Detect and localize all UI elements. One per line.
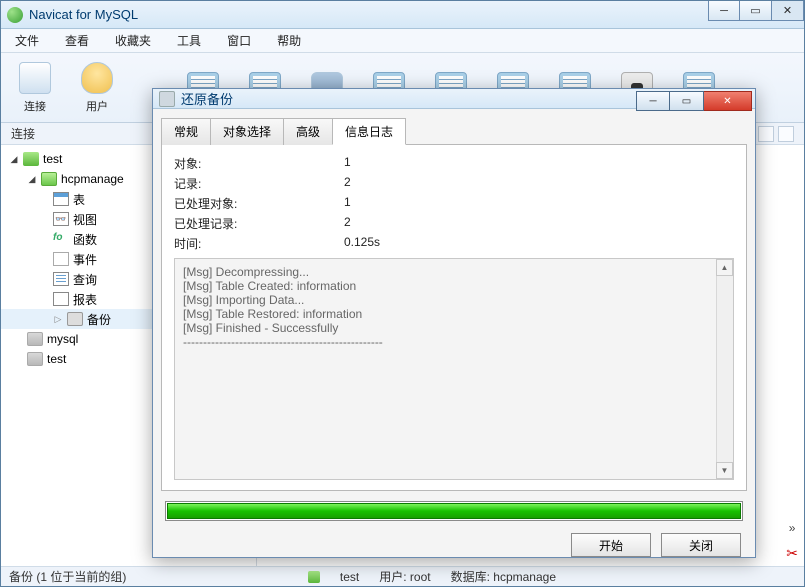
plug-icon: [19, 62, 51, 94]
toolbar-user-label: 用户: [86, 98, 108, 114]
menu-help[interactable]: 帮助: [277, 32, 301, 49]
mini-btn[interactable]: [758, 126, 774, 142]
info-objects-label: 对象:: [174, 155, 344, 172]
tab-object-select[interactable]: 对象选择: [210, 118, 284, 145]
menubar: 文件 查看 收藏夹 工具 窗口 帮助: [1, 29, 804, 53]
connection-icon: [23, 152, 39, 166]
maximize-button[interactable]: ▭: [740, 1, 772, 21]
toolbar-connect[interactable]: 连接: [11, 62, 59, 114]
main-window-controls: ─ ▭ ✕: [708, 1, 804, 21]
dialog-tabs: 常规 对象选择 高级 信息日志: [161, 117, 747, 145]
toolbar-user[interactable]: 用户: [73, 62, 121, 114]
info-records-label: 记录:: [174, 175, 344, 192]
info-grid: 对象: 1 记录: 2 已处理对象: 1 已处理记录: 2 时间: 0.125s: [174, 155, 734, 252]
event-group-icon: [53, 252, 69, 266]
toolbar-connect-label: 连接: [24, 98, 46, 114]
menu-file[interactable]: 文件: [15, 32, 39, 49]
tab-advanced[interactable]: 高级: [283, 118, 333, 145]
person-icon: [81, 62, 113, 94]
database-icon: [27, 352, 43, 366]
menu-view[interactable]: 查看: [65, 32, 89, 49]
app-title: Navicat for MySQL: [29, 7, 138, 22]
status-user: 用户: root: [379, 568, 430, 585]
app-icon: [7, 7, 23, 23]
info-proc-rec-label: 已处理记录:: [174, 215, 344, 232]
reconnect-icon[interactable]: ✂: [786, 545, 798, 562]
close-dialog-button[interactable]: 关闭: [661, 533, 741, 557]
log-textarea[interactable]: [Msg] Decompressing... [Msg] Table Creat…: [174, 258, 734, 480]
progress-container: [153, 491, 755, 521]
progress-bar-track: [165, 501, 743, 521]
status-conn: test: [340, 570, 359, 584]
table-group-icon: [53, 192, 69, 206]
log-line: [Msg] Finished - Successfully: [183, 321, 725, 335]
info-time-label: 时间:: [174, 235, 344, 252]
close-button[interactable]: ✕: [772, 1, 804, 21]
menu-window[interactable]: 窗口: [227, 32, 251, 49]
dialog-icon: [159, 91, 175, 107]
dialog-maximize-button[interactable]: ▭: [670, 91, 704, 111]
minimize-button[interactable]: ─: [708, 1, 740, 21]
query-group-icon: [53, 272, 69, 286]
info-proc-obj-value: 1: [344, 195, 734, 212]
dialog-window-controls: ─ ▭ ✕: [636, 91, 752, 111]
info-proc-rec-value: 2: [344, 215, 734, 232]
chevrons-icon[interactable]: »: [789, 521, 796, 535]
database-icon: [41, 172, 57, 186]
info-time-value: 0.125s: [344, 235, 734, 252]
sub-toolbar-label: 连接: [11, 125, 35, 142]
function-icon: fo: [53, 232, 69, 246]
menu-fav[interactable]: 收藏夹: [115, 32, 151, 49]
tab-log[interactable]: 信息日志: [332, 118, 406, 145]
log-line: [Msg] Table Created: information: [183, 279, 725, 293]
status-db: 数据库: hcpmanage: [451, 568, 556, 585]
tab-general[interactable]: 常规: [161, 118, 211, 145]
log-line: [Msg] Table Restored: information: [183, 307, 725, 321]
status-left: 备份 (1 位于当前的组): [9, 568, 126, 585]
info-proc-obj-label: 已处理对象:: [174, 195, 344, 212]
report-group-icon: [53, 292, 69, 306]
log-line: [Msg] Importing Data...: [183, 293, 725, 307]
dialog-titlebar: 还原备份 ─ ▭ ✕: [153, 89, 755, 109]
dialog-buttons: 开始 关闭: [153, 521, 755, 569]
tab-content: 对象: 1 记录: 2 已处理对象: 1 已处理记录: 2 时间: 0.125s…: [161, 145, 747, 491]
dialog-tabhost: 常规 对象选择 高级 信息日志 对象: 1 记录: 2 已处理对象: 1 已处理…: [153, 109, 755, 491]
view-group-icon: 👓: [53, 212, 69, 226]
dialog-title: 还原备份: [181, 89, 233, 108]
right-gutter: » ✂: [786, 521, 798, 562]
restore-backup-dialog: 还原备份 ─ ▭ ✕ 常规 对象选择 高级 信息日志 对象: 1 记录: 2 已…: [152, 88, 756, 558]
info-records-value: 2: [344, 175, 734, 192]
scroll-up-icon[interactable]: ▲: [716, 259, 733, 276]
database-icon: [27, 332, 43, 346]
log-line: [Msg] Decompressing...: [183, 265, 725, 279]
mini-btn[interactable]: [778, 126, 794, 142]
main-titlebar: Navicat for MySQL ─ ▭ ✕: [1, 1, 804, 29]
statusbar: 备份 (1 位于当前的组) test 用户: root 数据库: hcpmana…: [1, 566, 804, 586]
info-objects-value: 1: [344, 155, 734, 172]
dialog-minimize-button[interactable]: ─: [636, 91, 670, 111]
start-button[interactable]: 开始: [571, 533, 651, 557]
backup-group-icon: [67, 312, 83, 326]
scroll-down-icon[interactable]: ▼: [716, 462, 733, 479]
dialog-close-button[interactable]: ✕: [704, 91, 752, 111]
menu-tool[interactable]: 工具: [177, 32, 201, 49]
status-conn-icon: [308, 571, 320, 583]
progress-bar-fill: [167, 503, 741, 519]
log-line: ----------------------------------------…: [183, 335, 725, 349]
scrollbar[interactable]: ▲ ▼: [716, 259, 733, 479]
